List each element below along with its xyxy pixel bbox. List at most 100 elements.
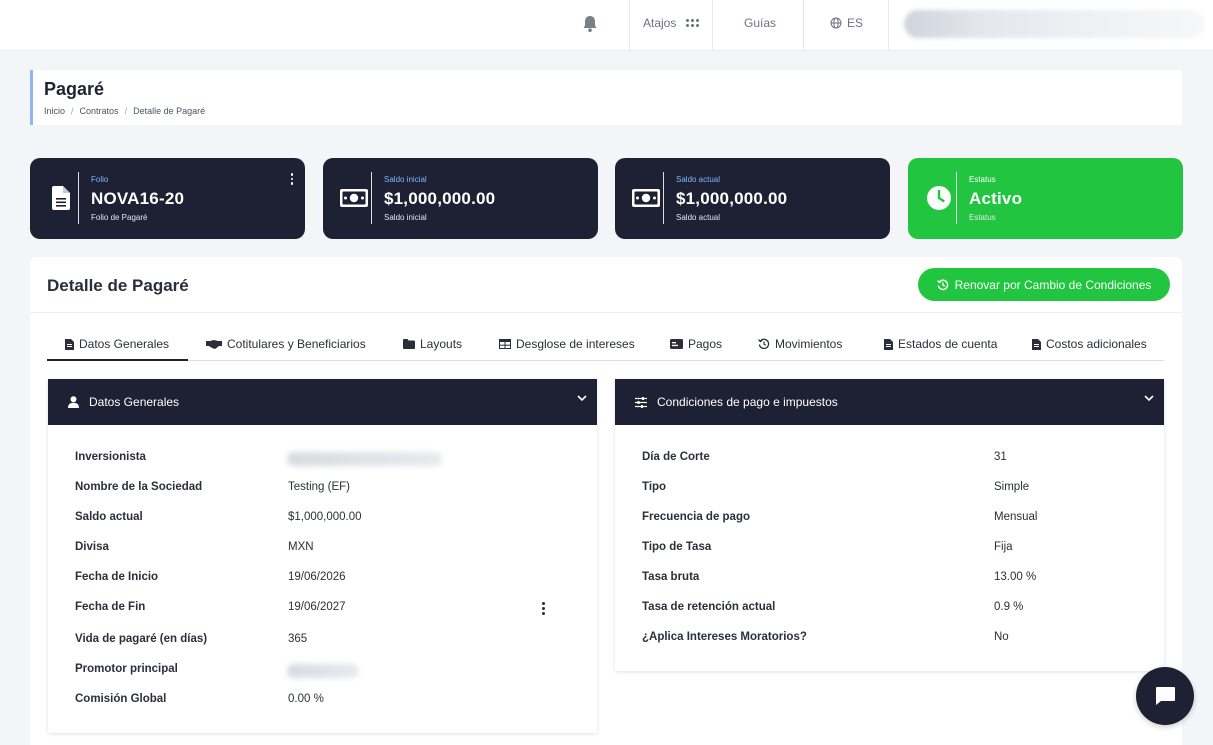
renew-button[interactable]: Renovar por Cambio de Condiciones (918, 268, 1170, 301)
kebab-menu-icon[interactable] (542, 602, 545, 615)
divider (30, 312, 1182, 313)
field-label: Fecha de Fin (75, 601, 146, 613)
tab-layouts[interactable]: Layouts (403, 337, 462, 351)
document-icon (43, 180, 79, 216)
tab-cotitulares[interactable]: Cotitulares y Beneficiarios (206, 337, 366, 351)
divider (78, 172, 79, 224)
field-value: Testing (EF) (288, 481, 350, 493)
field-value: 0.00 % (288, 693, 324, 705)
chat-button[interactable] (1136, 667, 1194, 725)
field-label: Fecha de Inicio (75, 571, 159, 583)
file-icon (1032, 338, 1041, 350)
stat-value: Activo (969, 189, 1023, 208)
redacted-value (287, 452, 442, 466)
field-value: $1,000,000.00 (288, 511, 362, 523)
shortcuts-button[interactable]: Atajos (643, 16, 700, 30)
payment-conditions-panel: Condiciones de pago e impuestos Día de C… (615, 379, 1164, 671)
sliders-icon (635, 396, 647, 408)
guides-link[interactable]: Guías (744, 16, 776, 30)
globe-icon (830, 17, 842, 29)
tab-label: Desglose de intereses (516, 337, 635, 351)
field-label: Vida de pagaré (en días) (75, 633, 208, 645)
money-bill-icon (336, 180, 372, 216)
stat-value: NOVA16-20 (91, 189, 185, 208)
chevron-down-icon[interactable] (1144, 395, 1154, 402)
user-icon (68, 396, 79, 408)
breadcrumb-item: Detalle de Pagaré (133, 106, 206, 116)
field-value: 19/06/2026 (288, 571, 346, 583)
bell-icon[interactable] (580, 14, 600, 34)
active-tab-indicator (47, 359, 188, 361)
stat-card-status: Estatus Activo Estatus (908, 158, 1183, 239)
field-label: Nombre de la Sociedad (75, 481, 203, 493)
page-header: Pagaré Inicio / Contratos / Detalle de P… (30, 70, 1182, 125)
tab-label: Cotitulares y Beneficiarios (227, 337, 366, 351)
stat-value: $1,000,000.00 (384, 189, 496, 208)
stat-top-label: Estatus (969, 175, 996, 184)
breadcrumb: Inicio / Contratos / Detalle de Pagaré (44, 106, 205, 116)
field-label: Comisión Global (75, 693, 167, 705)
field-value: Mensual (994, 511, 1038, 523)
field-value: Simple (994, 481, 1030, 493)
tab-bar: Datos Generales Cotitulares y Beneficiar… (47, 334, 1164, 361)
tab-desglose-intereses[interactable]: Desglose de intereses (499, 337, 635, 351)
file-icon (65, 338, 74, 350)
clock-icon (921, 180, 957, 216)
tab-pagos[interactable]: Pagos (670, 337, 722, 351)
table-icon (499, 339, 511, 349)
divider (803, 0, 804, 51)
panel-header[interactable]: Datos Generales (48, 379, 597, 425)
breadcrumb-item[interactable]: Contratos (80, 106, 119, 116)
stat-top-label: Saldo actual (676, 175, 721, 184)
field-value: 365 (288, 633, 308, 645)
stat-bottom-label: Folio de Pagaré (91, 213, 148, 222)
money-bill-icon (628, 180, 664, 216)
field-value: 19/06/2027 (288, 601, 346, 613)
divider (956, 172, 957, 224)
field-value: No (994, 631, 1009, 643)
field-label: Tipo (642, 481, 667, 493)
field-value: MXN (288, 541, 314, 553)
stat-card-current-balance: Saldo actual $1,000,000.00 Saldo actual (615, 158, 890, 239)
field-value: 0.9 % (994, 601, 1024, 613)
breadcrumb-item[interactable]: Inicio (44, 106, 65, 116)
field-label: Tasa bruta (642, 571, 700, 583)
stat-top-label: Saldo inicial (384, 175, 427, 184)
field-label: Divisa (75, 541, 109, 553)
tab-label: Datos Generales (79, 337, 170, 351)
user-menu[interactable] (904, 10, 1204, 38)
shortcuts-label: Atajos (643, 16, 677, 30)
field-value: 13.00 % (994, 571, 1037, 583)
section-title: Detalle de Pagaré (47, 276, 189, 295)
top-bar: Atajos Guías ES (0, 0, 1213, 51)
tab-estados-cuenta[interactable]: Estados de cuenta (884, 337, 997, 351)
divider (888, 0, 889, 51)
field-label: ¿Aplica Intereses Moratorios? (642, 631, 807, 643)
field-value: 31 (994, 451, 1007, 463)
language-selector[interactable]: ES (830, 16, 863, 30)
stat-bottom-label: Saldo actual (676, 213, 721, 222)
tab-label: Movimientos (775, 337, 843, 351)
language-label: ES (847, 16, 864, 30)
file-icon (884, 338, 893, 350)
tab-costos-adicionales[interactable]: Costos adicionales (1032, 337, 1147, 351)
card-icon (670, 339, 683, 349)
stat-card-initial-balance: Saldo inicial $1,000,000.00 Saldo inicia… (323, 158, 598, 239)
panel-title: Condiciones de pago e impuestos (657, 395, 838, 409)
chevron-down-icon[interactable] (577, 395, 587, 402)
divider (663, 172, 664, 224)
stat-bottom-label: Estatus (969, 213, 996, 222)
field-label: Tasa de retención actual (642, 601, 776, 613)
kebab-menu-icon[interactable] (290, 173, 294, 185)
divider (712, 0, 713, 51)
tab-datos-generales[interactable]: Datos Generales (65, 337, 169, 351)
panel-header[interactable]: Condiciones de pago e impuestos (615, 379, 1164, 425)
history-icon (936, 279, 948, 290)
panel-title: Datos Generales (89, 395, 180, 409)
tab-movimientos[interactable]: Movimientos (758, 337, 842, 351)
handshake-icon (206, 340, 222, 349)
stat-top-label: Folio (91, 175, 109, 184)
chat-icon (1156, 687, 1175, 705)
field-value: Fija (994, 541, 1013, 553)
folder-icon (403, 339, 415, 349)
